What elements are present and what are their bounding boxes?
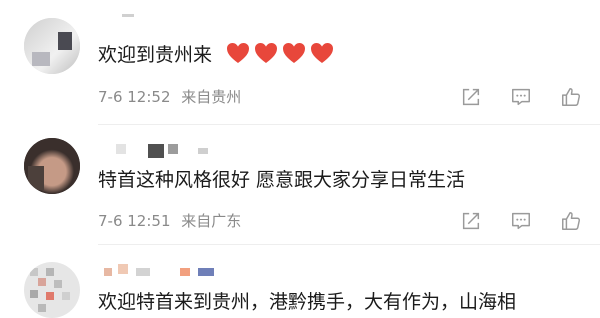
- avatar[interactable]: [24, 18, 80, 74]
- comment-text: 欢迎特首来到贵州，港黔携手，大有作为，山海相: [98, 291, 517, 313]
- divider: [98, 244, 600, 245]
- comment-actions: [458, 84, 588, 110]
- divider: [98, 124, 600, 125]
- comment-time: 7-6 12:51: [98, 212, 171, 230]
- thumbs-up-icon: [562, 88, 581, 106]
- avatar[interactable]: [24, 138, 80, 194]
- comment-meta: 7-6 12:52 来自贵州: [98, 88, 241, 106]
- share-button[interactable]: [458, 208, 484, 234]
- username-blurred[interactable]: [98, 264, 228, 282]
- reply-button[interactable]: [508, 208, 534, 234]
- comment-text: 欢迎到贵州来: [98, 42, 334, 67]
- share-icon: [462, 212, 480, 230]
- share-icon: [462, 88, 480, 106]
- username-blurred[interactable]: [98, 144, 218, 162]
- comment-location: 来自广东: [181, 212, 242, 230]
- username-blurred[interactable]: [98, 14, 138, 32]
- heart-icon: [255, 43, 278, 63]
- avatar[interactable]: [24, 262, 80, 318]
- comment-item-2: 特首这种风格很好 愿意跟大家分享日常生活 7-6 12:51 来自广东: [0, 126, 600, 245]
- comment-actions: [458, 208, 588, 234]
- comment-location: 来自贵州: [181, 88, 242, 106]
- heart-icon: [283, 43, 306, 63]
- comment-text-content: 欢迎到贵州来: [98, 44, 213, 66]
- comment-text: 特首这种风格很好 愿意跟大家分享日常生活: [98, 169, 466, 191]
- like-button[interactable]: [558, 208, 584, 234]
- like-button[interactable]: [558, 84, 584, 110]
- comment-time: 7-6 12:52: [98, 88, 171, 106]
- reply-button[interactable]: [508, 84, 534, 110]
- comment-icon: [512, 88, 530, 106]
- comment-item-1: 欢迎到贵州来 7-6 12:52 来自贵州: [0, 0, 600, 125]
- comment-item-3: 欢迎特首来到贵州，港黔携手，大有作为，山海相: [0, 250, 600, 318]
- heart-icon: [227, 43, 250, 63]
- heart-emojis: [216, 43, 334, 66]
- share-button[interactable]: [458, 84, 484, 110]
- comment-meta: 7-6 12:51 来自广东: [98, 212, 241, 230]
- heart-icon: [311, 43, 334, 63]
- thumbs-up-icon: [562, 212, 581, 230]
- comment-icon: [512, 212, 530, 230]
